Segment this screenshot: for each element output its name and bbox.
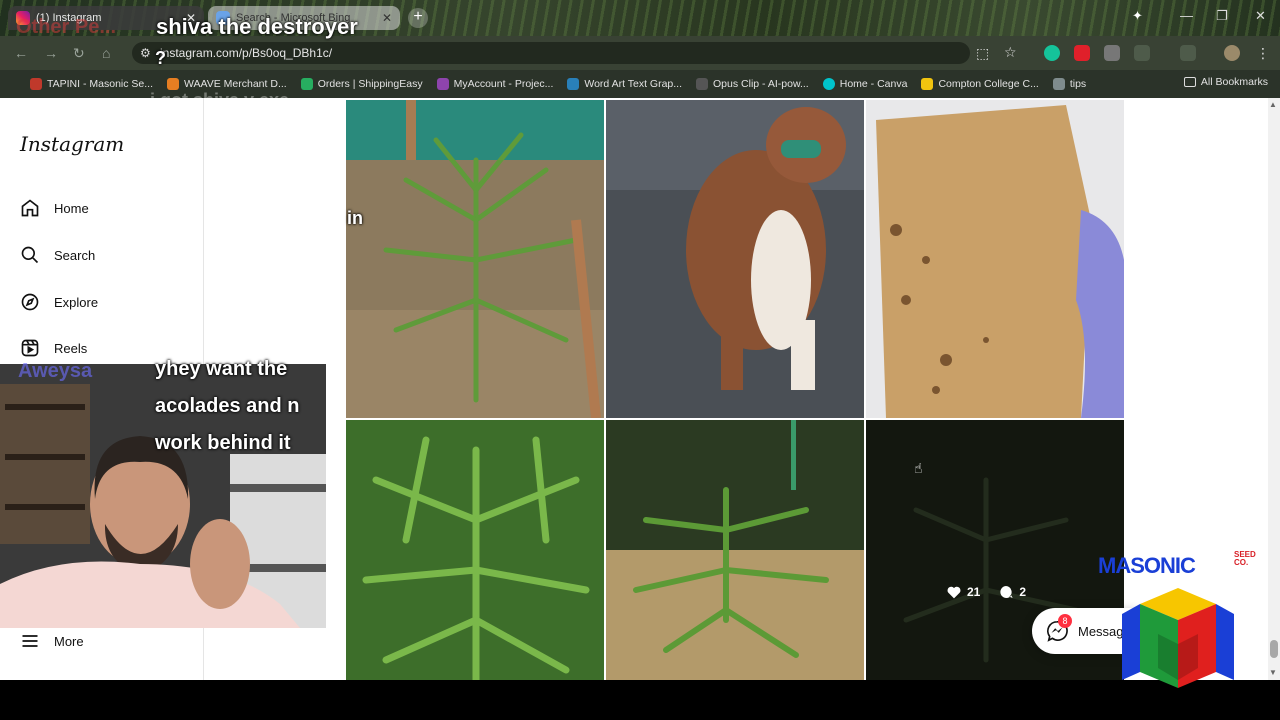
overlay-chat-line-2: acolades and n <box>155 395 300 417</box>
overlay-faded-title: Other Pe... <box>16 16 117 38</box>
scroll-down-arrow-icon[interactable]: ▼ <box>1269 668 1277 677</box>
overlay-chat-line-3: work behind it <box>155 432 291 454</box>
bookmark-favicon-icon <box>300 78 313 90</box>
scroll-up-arrow-icon[interactable]: ▲ <box>1269 100 1277 109</box>
message-badge: 8 <box>1058 614 1072 628</box>
back-arrow-icon[interactable]: ← <box>14 45 28 61</box>
grid-post-plant[interactable] <box>346 100 604 418</box>
close-window-icon[interactable]: ✕ <box>1255 8 1266 24</box>
red-extension-icon[interactable] <box>1074 45 1090 61</box>
hamburger-menu-icon <box>22 635 38 647</box>
bookmark-favicon-icon <box>1052 78 1065 90</box>
plant-photo <box>346 100 604 418</box>
bookmark-item[interactable]: tips <box>1052 78 1086 90</box>
bookmark-item[interactable]: Word Art Text Grap... <box>567 78 682 90</box>
grid-post-dog[interactable] <box>606 100 864 418</box>
bookmark-favicon-icon <box>822 78 835 90</box>
overlay-title: shiva the destroyer <box>156 14 358 39</box>
sidepanel-icon[interactable] <box>1180 45 1196 61</box>
close-tab-icon[interactable]: ✕ <box>382 11 392 25</box>
bookmark-item[interactable]: Orders | ShippingEasy <box>300 78 423 90</box>
new-tab-button[interactable]: + <box>408 8 428 28</box>
nav-explore[interactable]: Explore <box>20 292 98 312</box>
home-icon <box>21 199 39 217</box>
grid-post-sponge[interactable] <box>866 100 1124 418</box>
bookmark-favicon-icon <box>167 78 179 90</box>
puzzle-extensions-icon[interactable] <box>1134 45 1150 61</box>
bookmark-item[interactable]: MyAccount - Projec... <box>436 78 553 90</box>
bookmark-item[interactable]: TAPINI - Masonic Se... <box>30 78 153 90</box>
bookmark-star-icon[interactable]: ☆ <box>1004 44 1017 61</box>
scrollbar-track[interactable] <box>1268 98 1280 680</box>
bookmark-item[interactable]: Home - Canva <box>822 78 907 90</box>
dog-photo <box>606 100 864 418</box>
overlay-chat-line-1: yhey want the <box>155 358 288 380</box>
seed-co-text: SEED CO. <box>1234 550 1256 567</box>
scrollbar-thumb[interactable] <box>1270 640 1278 658</box>
bookmark-favicon-icon <box>436 78 449 90</box>
heart-icon <box>947 586 961 599</box>
bookmark-item[interactable]: WAAVE Merchant D... <box>167 78 287 90</box>
restore-icon[interactable]: ❐ <box>1216 8 1228 24</box>
compass-icon <box>21 293 39 311</box>
copilot-icon[interactable]: ✦ <box>1132 8 1143 24</box>
menu-dots-icon[interactable]: ⋮ <box>1256 45 1270 62</box>
grammarly-extension-icon[interactable] <box>1044 45 1060 61</box>
all-bookmarks-button[interactable]: All Bookmarks <box>1183 76 1268 88</box>
home-icon[interactable]: ⌂ <box>102 45 110 61</box>
nav-search[interactable]: Search <box>20 245 95 265</box>
reload-icon[interactable]: ↻ <box>73 45 85 62</box>
search-icon <box>21 246 39 264</box>
bookmark-favicon-icon <box>30 78 42 90</box>
overlay-side-fragment: in <box>347 208 363 228</box>
hand-cursor-icon: ☝ <box>914 460 923 476</box>
plant-closeup-photo <box>346 420 604 680</box>
overlay-chat-user: Aweysa <box>18 360 93 382</box>
url-text: instagram.com/p/Bs0oq_DBh1c/ <box>160 46 333 60</box>
bookmark-item[interactable]: Compton College C... <box>921 78 1039 90</box>
screen: (1) Instagram ✕ Search - Microsoft Bing … <box>0 0 1280 720</box>
overlay-question-mark: ? <box>155 48 166 68</box>
grid-post-plant-ground[interactable] <box>606 420 864 680</box>
sponge-photo <box>866 100 1124 418</box>
post-hover-stats: 21 2 <box>946 584 1026 600</box>
nav-reels[interactable]: Reels <box>20 338 87 358</box>
bookmark-favicon-icon <box>696 78 709 90</box>
install-app-icon[interactable]: ⬚ <box>976 45 989 62</box>
folder-icon <box>1183 77 1196 87</box>
site-info-icon[interactable]: ⚙ <box>140 46 151 60</box>
nav-home[interactable]: Home <box>20 198 89 218</box>
masonic-brand-text: MASONIC <box>1098 553 1196 578</box>
extension-icon[interactable] <box>1104 45 1120 61</box>
forward-arrow-icon[interactable]: → <box>44 45 58 61</box>
comment-bubble-icon <box>1000 586 1014 598</box>
grid-post-plant-closeup[interactable] <box>346 420 604 680</box>
comments-count: 2 <box>998 584 1026 600</box>
bookmark-item[interactable]: Opus Clip - AI-pow... <box>696 78 809 90</box>
masonic-cube-logo <box>1122 588 1234 688</box>
profile-avatar[interactable] <box>1224 45 1240 61</box>
bookmark-favicon-icon <box>921 78 934 90</box>
bookmark-favicon-icon <box>567 78 580 90</box>
plant-ground-photo <box>606 420 864 680</box>
likes-count: 21 <box>946 584 980 600</box>
minimize-icon[interactable]: — <box>1180 8 1193 23</box>
reels-icon <box>21 339 39 357</box>
nav-more[interactable]: More <box>20 631 84 651</box>
letterbox-bar <box>0 680 1280 720</box>
overlay-faded-chat: i got shiva v exe <box>150 90 290 110</box>
instagram-logo[interactable]: Instagram <box>20 132 124 156</box>
